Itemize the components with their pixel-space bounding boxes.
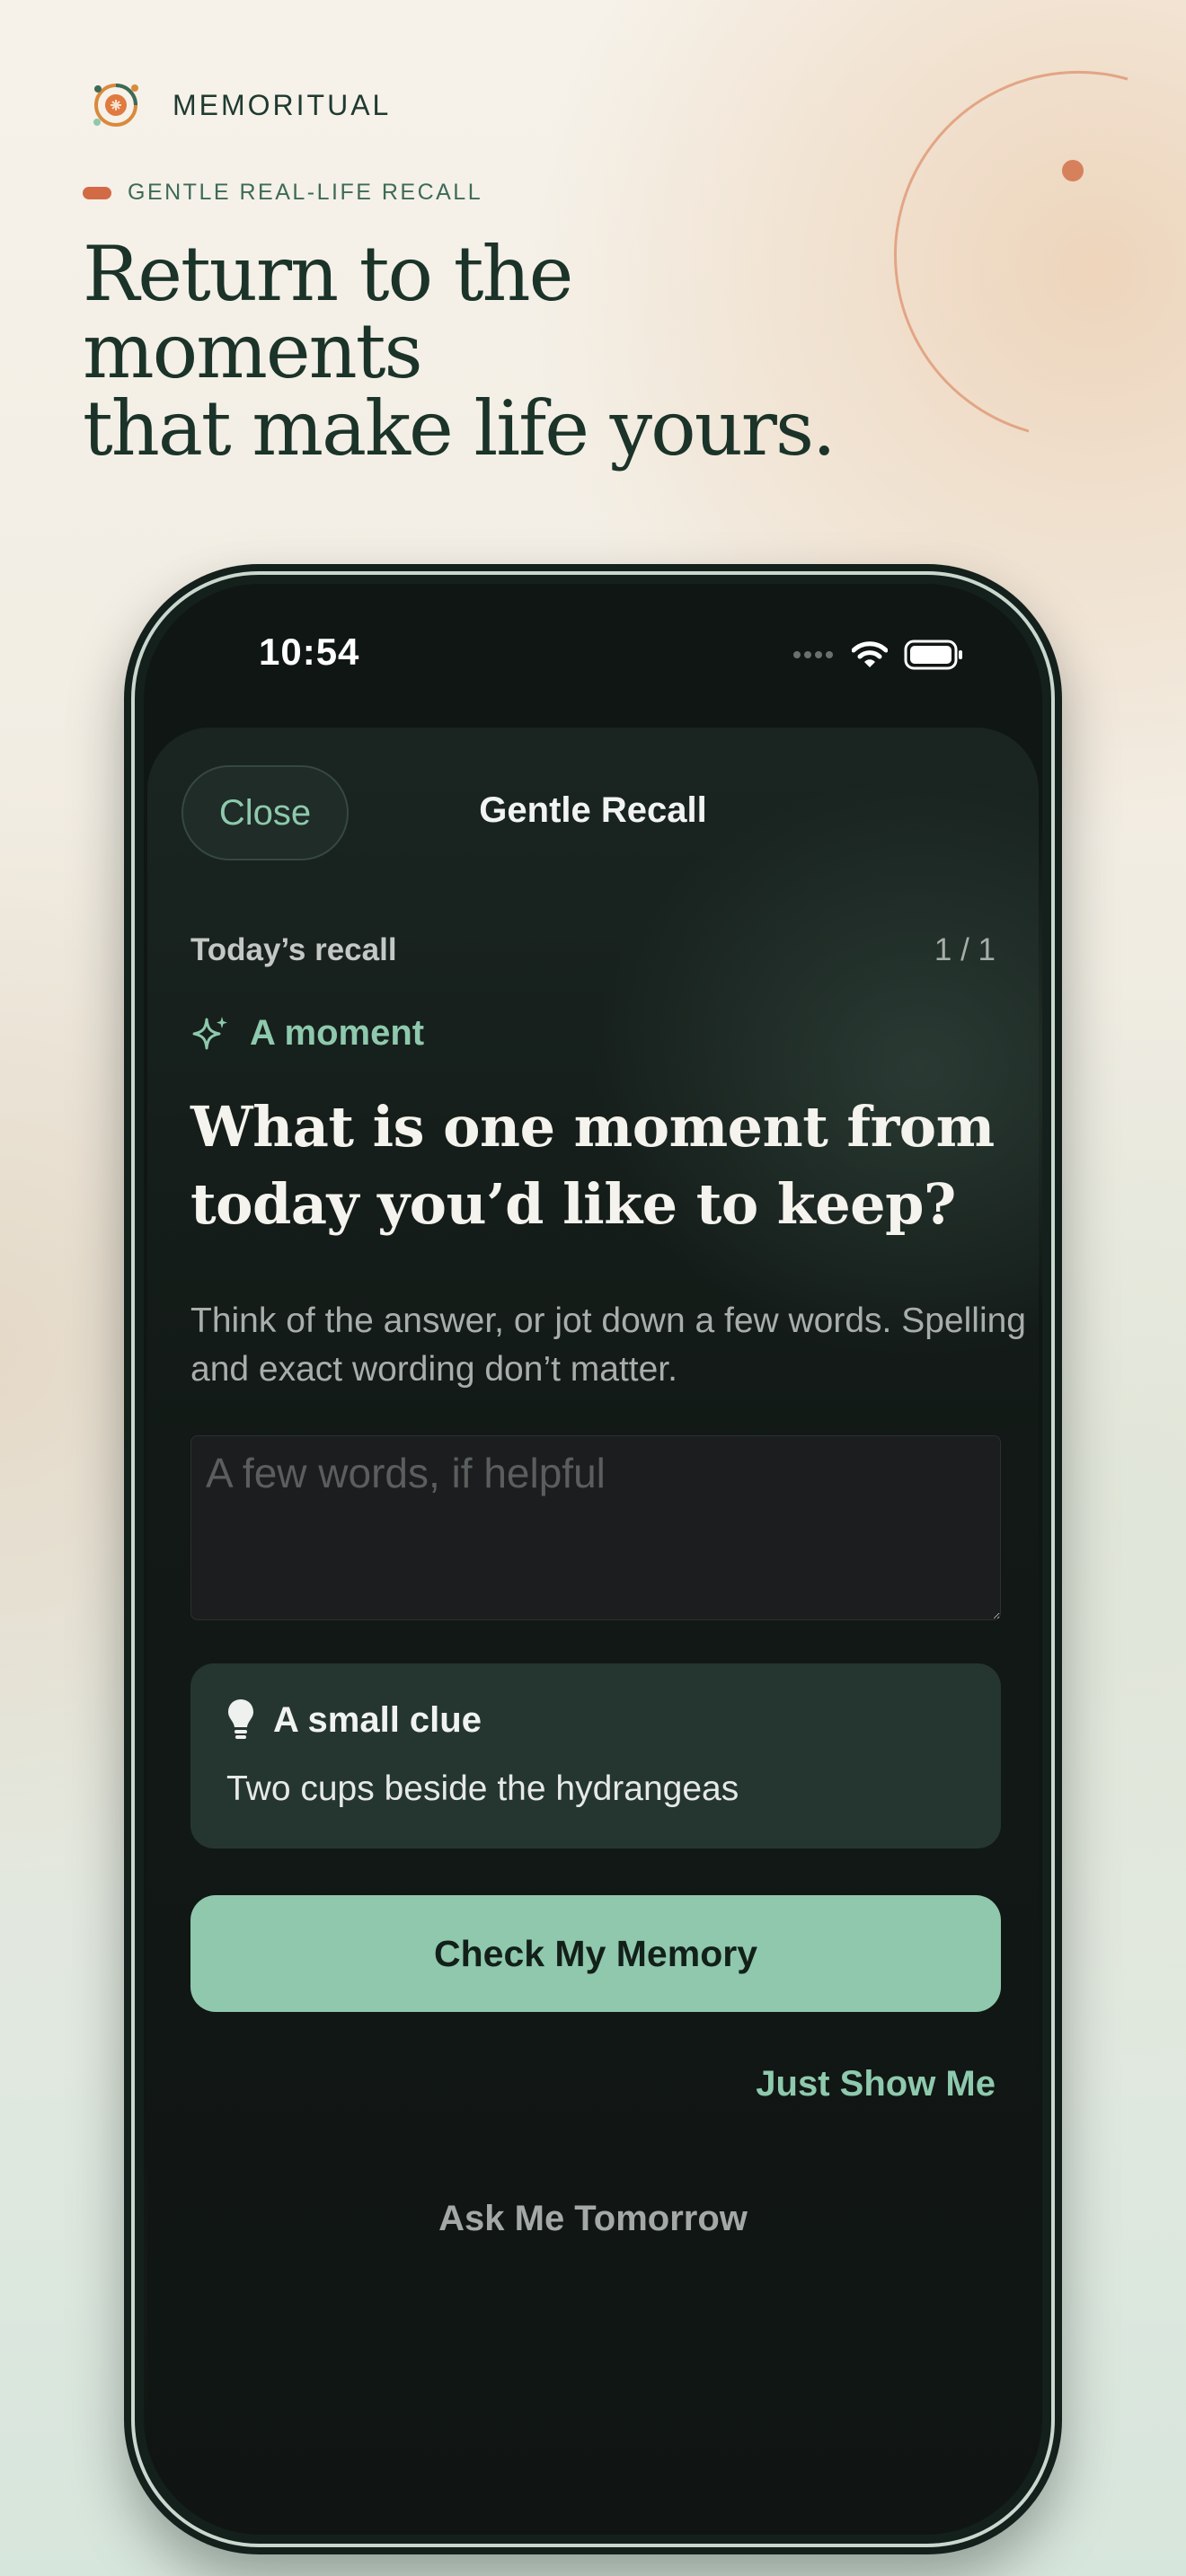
moment-label: A moment <box>250 1013 425 1053</box>
tagline: GENTLE REAL-LIFE RECALL <box>83 180 482 206</box>
lightbulb-icon <box>228 1699 253 1739</box>
brand: MEMORITUAL <box>90 79 391 131</box>
battery-icon <box>904 640 962 670</box>
ask-tomorrow-link[interactable]: Ask Me Tomorrow <box>147 2199 1039 2239</box>
recall-sheet: Close Gentle Recall Today’s recall 1 / 1… <box>147 728 1039 2535</box>
tagline-dash <box>83 186 111 199</box>
tagline-text: GENTLE REAL-LIFE RECALL <box>128 180 483 205</box>
helper-text: Think of the answer, or jot down a few w… <box>190 1301 1026 1389</box>
moment-heading: A moment <box>190 1013 424 1054</box>
check-memory-button[interactable]: Check My Memory <box>190 1895 1001 2012</box>
headline-line-2: that make life yours. <box>83 384 836 472</box>
brand-logo-icon <box>93 84 138 127</box>
sheet-title: Gentle Recall <box>479 790 707 830</box>
recall-label: Today’s recall <box>190 932 397 967</box>
just-show-me-link[interactable]: Just Show Me <box>756 2064 996 2104</box>
decorative-arc-icon <box>893 70 1128 433</box>
status-bar: 10:54 <box>144 584 1042 719</box>
signal-dots-icon <box>793 651 833 658</box>
clue-title: A small clue <box>273 1699 482 1740</box>
phone-screen: 10:54 Close Gentle Recall Today’s recall… <box>144 584 1042 2535</box>
headline-line-1: Return to the moments <box>83 230 573 395</box>
recall-question: What is one moment from today you’d like… <box>190 1094 995 1237</box>
recall-count: 1 / 1 <box>934 932 996 967</box>
phone-frame: 10:54 Close Gentle Recall Today’s recall… <box>124 564 1062 2554</box>
clue-header: A small clue <box>226 1698 482 1742</box>
status-time: 10:54 <box>259 631 360 673</box>
status-icons <box>792 640 963 670</box>
sparkle-icon <box>192 1016 227 1049</box>
notes-input[interactable] <box>190 1435 1001 1620</box>
clue-text: Two cups beside the hydrangeas <box>226 1769 739 1808</box>
brand-name: MEMORITUAL <box>173 88 392 121</box>
wifi-icon <box>852 641 888 667</box>
clue-card: A small clue Two cups beside the hydrang… <box>190 1663 1001 1848</box>
headline: Return to the moments that make life you… <box>83 235 891 467</box>
